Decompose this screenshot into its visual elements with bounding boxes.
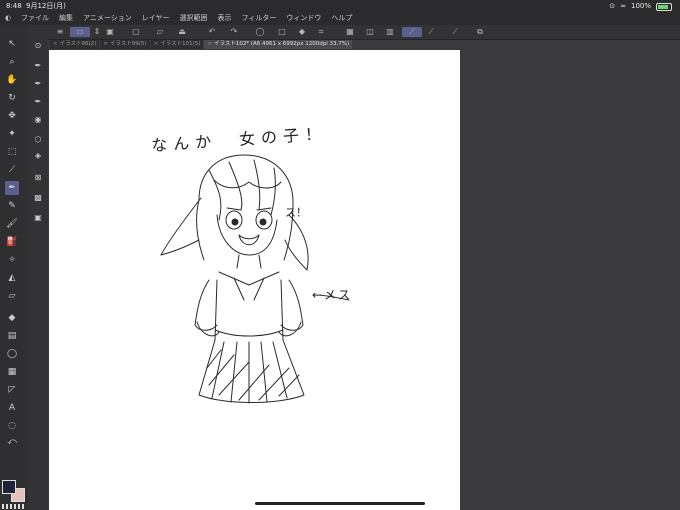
- subtool-layer-icon[interactable]: ⬡: [31, 133, 45, 147]
- subtool-grid-icon[interactable]: ▩: [31, 191, 45, 205]
- tab-label: イラスト101(5): [160, 41, 201, 47]
- subtool-view-icon[interactable]: ▣: [31, 211, 45, 225]
- tab-document[interactable]: × イラスト99(5): [100, 40, 150, 49]
- zoom-tool-icon[interactable]: ⌕: [5, 55, 19, 69]
- command-bar: ≡ ▭ ⇕ ▣ ▢ ▱ ⏏ ↶ ↷ ◯ □ ◆ ⌗ ▦ ◫ ▥ ⟋ ⟋ ⟋ ⧉: [28, 25, 680, 40]
- pen-tool-icon[interactable]: ✒: [5, 181, 19, 195]
- menu-hamburger-icon[interactable]: ≡: [54, 27, 66, 37]
- tab-document[interactable]: × イラスト96(2): [50, 40, 100, 49]
- sketch-drawing: [160, 154, 350, 404]
- open-folder-icon[interactable]: ▱: [154, 27, 166, 37]
- ruler-snap-icon[interactable]: ⟋: [402, 27, 422, 37]
- ruler-edit-icon[interactable]: ⟋: [425, 27, 437, 37]
- ruler-tool-icon[interactable]: ◸: [5, 383, 19, 397]
- perspective-ruler-icon[interactable]: ⟋: [449, 27, 461, 37]
- menu-file[interactable]: ファイル: [16, 12, 54, 25]
- subtool-stack-icon[interactable]: ◈: [31, 149, 45, 163]
- tab-label: イラスト102* (A6 4961 x 6992px 1200dpi 33.7%…: [214, 41, 350, 47]
- move-tool-icon[interactable]: ✥: [5, 109, 19, 123]
- battery-percent: 100%: [630, 2, 651, 10]
- figure-tool-icon[interactable]: ◯: [5, 347, 19, 361]
- subtool-marker-icon[interactable]: ◉: [31, 113, 45, 127]
- battery-icon: [656, 3, 672, 11]
- eraser-tool-icon[interactable]: ▱: [5, 289, 19, 303]
- wifi-icon: ≈: [620, 2, 626, 10]
- clear-icon[interactable]: ◯: [254, 27, 266, 37]
- fill-icon[interactable]: ◆: [296, 27, 308, 37]
- invert-selection-icon[interactable]: ◫: [364, 27, 376, 37]
- airbrush-tool-icon[interactable]: ⛽: [5, 235, 19, 249]
- main-color-swatch[interactable]: [2, 480, 16, 494]
- transparent-color-swatch[interactable]: [2, 504, 24, 509]
- reference-icon[interactable]: ⧉: [474, 27, 486, 37]
- menu-layer[interactable]: レイヤー: [137, 12, 175, 25]
- pencil-tool-icon[interactable]: ✎: [5, 199, 19, 213]
- stepper-icon[interactable]: ⇕: [91, 27, 103, 37]
- status-time: 8:48: [6, 2, 22, 10]
- text-tool-icon[interactable]: A: [5, 401, 19, 415]
- document-tabs: × イラスト96(2) × イラスト99(5) × イラスト101(5) × イラスト1…: [50, 40, 353, 49]
- rotate-tool-icon[interactable]: ↻: [5, 91, 19, 105]
- menu-bar: ◐ ファイル 編集 アニメーション レイヤー 選択範囲 表示 フィルター ウィン…: [0, 12, 680, 25]
- menu-view[interactable]: 表示: [213, 12, 237, 25]
- frame-tool-icon[interactable]: ▦: [5, 365, 19, 379]
- selection-tool-icon[interactable]: ⬚: [5, 145, 19, 159]
- undo-icon[interactable]: ↶: [206, 27, 218, 37]
- status-date: 9月12日(月): [26, 2, 66, 10]
- menu-help[interactable]: ヘルプ: [326, 12, 357, 25]
- close-icon[interactable]: ×: [207, 41, 212, 47]
- select-all-icon[interactable]: ▦: [344, 27, 356, 37]
- selection-layer-icon[interactable]: ▥: [384, 27, 396, 37]
- subtool-pen-c-icon[interactable]: ✒: [31, 95, 45, 109]
- tab-label: イラスト96(2): [59, 41, 97, 47]
- sub-tool-palette: ⊙ ✒ ✒ ✒ ◉ ⬡ ◈ ⊠ ▩ ▣: [28, 39, 48, 510]
- tool-palette: ↖ ⌕ ✋ ↻ ✥ ✦ ⬚ ⟋ ✒ ✎ 🖌 ⛽ ✧ ◭ ▱ ◆ ▤ ◯ ▦ ◸ …: [0, 25, 28, 510]
- tab-document[interactable]: × イラスト101(5): [150, 40, 204, 49]
- blend-tool-icon[interactable]: ◭: [5, 271, 19, 285]
- deselect-icon[interactable]: □: [276, 27, 288, 37]
- decoration-tool-icon[interactable]: ✧: [5, 253, 19, 267]
- crop-icon[interactable]: ⌗: [315, 27, 327, 37]
- orientation-lock-icon: ⊙: [609, 2, 616, 10]
- menu-window[interactable]: ウィンドウ: [281, 12, 326, 25]
- save-icon[interactable]: ⏏: [176, 27, 188, 37]
- close-icon[interactable]: ×: [53, 41, 58, 47]
- hand-tool-icon[interactable]: ✋: [5, 73, 19, 87]
- gradient-tool-icon[interactable]: ▤: [5, 329, 19, 343]
- new-file-icon[interactable]: ▢: [130, 27, 142, 37]
- subtool-transform-icon[interactable]: ⊠: [31, 171, 45, 185]
- close-icon[interactable]: ×: [154, 41, 159, 47]
- tab-document-active[interactable]: × イラスト102* (A6 4961 x 6992px 1200dpi 33.7…: [204, 40, 353, 49]
- app-menu-icon[interactable]: ◐: [0, 12, 16, 25]
- subtool-pen-a-icon[interactable]: ✒: [31, 59, 45, 73]
- home-indicator[interactable]: [255, 502, 425, 505]
- operation-tool-icon[interactable]: ↖: [5, 37, 19, 51]
- workspace-background: [460, 50, 680, 510]
- correction-tool-icon[interactable]: ⤺: [5, 435, 19, 449]
- auto-select-icon[interactable]: ✦: [5, 127, 19, 141]
- status-bar: 8:48 9月12日(月) ⊙ ≈ 100%: [0, 0, 680, 12]
- menu-edit[interactable]: 編集: [54, 12, 78, 25]
- close-icon[interactable]: ×: [103, 41, 108, 47]
- menu-filter[interactable]: フィルター: [237, 12, 282, 25]
- redo-icon[interactable]: ↷: [228, 27, 240, 37]
- gallery-icon[interactable]: ▣: [104, 27, 116, 37]
- tab-label: イラスト99(5): [109, 41, 147, 47]
- balloon-tool-icon[interactable]: ◌: [5, 419, 19, 433]
- status-right: ⊙ ≈ 100%: [609, 0, 672, 12]
- menu-selection[interactable]: 選択範囲: [175, 12, 213, 25]
- fill-tool-icon[interactable]: ◆: [5, 311, 19, 325]
- subtool-pen-b-icon[interactable]: ✒: [31, 77, 45, 91]
- canvas-view-icon[interactable]: ▭: [70, 27, 90, 37]
- brush-tool-icon[interactable]: 🖌: [5, 217, 19, 231]
- drawing-canvas[interactable]: なんか 女の子！ ←メス ス！: [49, 50, 460, 510]
- subtool-settings-icon[interactable]: ⊙: [31, 39, 45, 53]
- eyedropper-icon[interactable]: ⟋: [5, 163, 19, 177]
- menu-animation[interactable]: アニメーション: [78, 12, 137, 25]
